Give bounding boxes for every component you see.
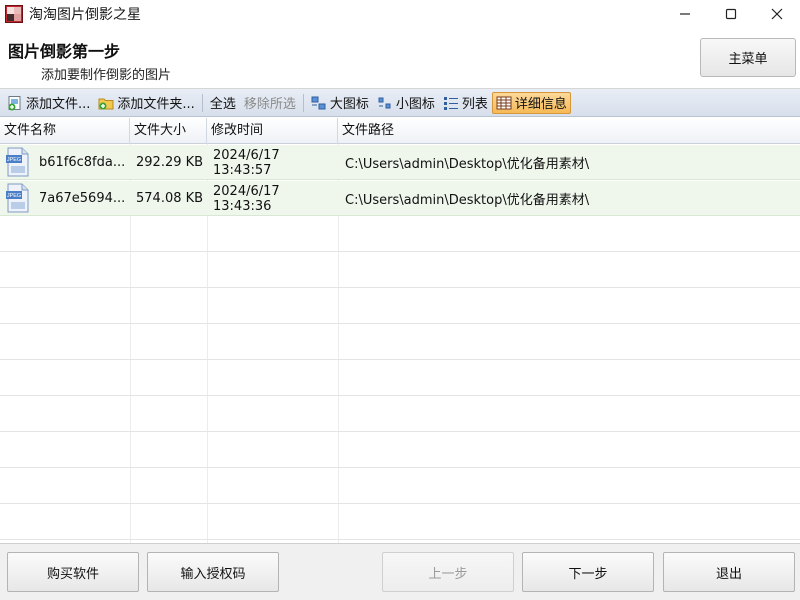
add-folder-label: 添加文件夹...	[117, 97, 195, 112]
list-view-label: 列表	[461, 97, 488, 112]
exit-button[interactable]: 退出	[663, 552, 795, 592]
modified-clock: 13:43:57	[213, 162, 272, 178]
list-view-icon	[443, 95, 459, 111]
toolbar-divider	[201, 93, 203, 112]
modified-date: 2024/6/17	[213, 183, 280, 199]
modified-clock: 13:43:36	[213, 198, 272, 214]
details-view-button[interactable]: 详细信息	[491, 91, 571, 114]
window-controls	[662, 0, 800, 28]
small-icons-view-button[interactable]: 小图标	[373, 92, 439, 114]
empty-row	[0, 325, 800, 360]
empty-row	[0, 217, 800, 252]
table-row[interactable]: JPEG 7a67e5694... 574.08 KB 2024/6/17 13…	[0, 181, 800, 216]
jpeg-file-icon: JPEG	[6, 183, 29, 213]
next-step-button[interactable]: 下一步	[522, 552, 654, 592]
remove-selected-button[interactable]: 移除所选	[240, 92, 300, 114]
minimize-button[interactable]	[662, 0, 708, 28]
file-size-cell: 574.08 KB	[136, 191, 204, 206]
small-icons-label: 小图标	[395, 97, 435, 112]
select-all-label: 全选	[209, 97, 236, 112]
empty-row	[0, 469, 800, 504]
step-header: 图片倒影第一步 添加要制作倒影的图片 主菜单	[0, 28, 800, 89]
empty-row	[0, 397, 800, 432]
add-folder-button[interactable]: 添加文件夹...	[94, 92, 198, 114]
modified-time-cell: 2024/6/17 13:43:36	[213, 181, 337, 216]
step-subtitle: 添加要制作倒影的图片	[41, 68, 172, 83]
details-view-icon	[496, 95, 512, 111]
small-icons-icon	[377, 95, 393, 111]
file-path-cell: C:\Users\admin\Desktop\优化备用素材\	[345, 193, 590, 208]
enter-license-button[interactable]: 输入授权码	[147, 552, 279, 592]
empty-row	[0, 505, 800, 540]
jpeg-badge-text: JPEG	[7, 157, 21, 163]
toolbar-divider	[302, 93, 304, 112]
jpeg-badge-text: JPEG	[7, 193, 21, 199]
list-view-button[interactable]: 列表	[439, 92, 492, 114]
title-bar: 淘淘图片倒影之星	[0, 0, 800, 28]
file-name: b61f6c8fda...	[39, 155, 126, 170]
file-name-cell: JPEG b61f6c8fda...	[0, 145, 130, 180]
file-name-cell: JPEG 7a67e5694...	[0, 181, 130, 216]
file-size-cell: 292.29 KB	[136, 155, 204, 170]
maximize-button[interactable]	[708, 0, 754, 28]
modified-time-cell: 2024/6/17 13:43:57	[213, 145, 337, 180]
details-view-label: 详细信息	[514, 97, 567, 112]
add-folder-icon	[98, 95, 114, 111]
close-button[interactable]	[754, 0, 800, 28]
empty-row	[0, 361, 800, 396]
toolbar: 添加文件... 添加文件夹... 全选 移除所选 大图标 小图标 列表 详细信息	[0, 89, 800, 117]
remove-selected-label: 移除所选	[243, 97, 296, 112]
jpeg-file-icon: JPEG	[6, 147, 29, 177]
column-header-path[interactable]: 文件路径	[338, 118, 800, 144]
close-icon	[771, 8, 783, 20]
buy-software-button[interactable]: 购买软件	[7, 552, 139, 592]
previous-step-button[interactable]: 上一步	[382, 552, 514, 592]
large-icons-icon	[311, 95, 327, 111]
footer-bar: 购买软件 输入授权码 上一步 下一步 退出	[0, 543, 800, 600]
column-header-modified[interactable]: 修改时间	[207, 118, 338, 144]
maximize-icon	[725, 8, 737, 20]
empty-row	[0, 433, 800, 468]
empty-row	[0, 253, 800, 288]
file-table: 文件名称 文件大小 修改时间 文件路径 JPEG b61f6c8fda... 2…	[0, 118, 800, 543]
table-header: 文件名称 文件大小 修改时间 文件路径	[0, 118, 800, 144]
large-icons-label: 大图标	[329, 97, 369, 112]
modified-date: 2024/6/17	[213, 147, 280, 163]
app-logo-icon	[5, 5, 23, 23]
window-title: 淘淘图片倒影之星	[29, 7, 141, 23]
file-name: 7a67e5694...	[39, 191, 126, 206]
main-menu-button[interactable]: 主菜单	[700, 38, 796, 77]
step-title: 图片倒影第一步	[8, 42, 121, 61]
column-header-name[interactable]: 文件名称	[0, 118, 130, 144]
add-files-button[interactable]: 添加文件...	[3, 92, 94, 114]
add-file-icon	[7, 95, 23, 111]
table-row[interactable]: JPEG b61f6c8fda... 292.29 KB 2024/6/17 1…	[0, 145, 800, 180]
empty-row	[0, 289, 800, 324]
file-path-cell: C:\Users\admin\Desktop\优化备用素材\	[345, 157, 590, 172]
column-header-size[interactable]: 文件大小	[130, 118, 207, 144]
minimize-icon	[680, 13, 690, 15]
large-icons-view-button[interactable]: 大图标	[307, 92, 373, 114]
add-files-label: 添加文件...	[26, 97, 91, 112]
select-all-button[interactable]: 全选	[206, 92, 240, 114]
